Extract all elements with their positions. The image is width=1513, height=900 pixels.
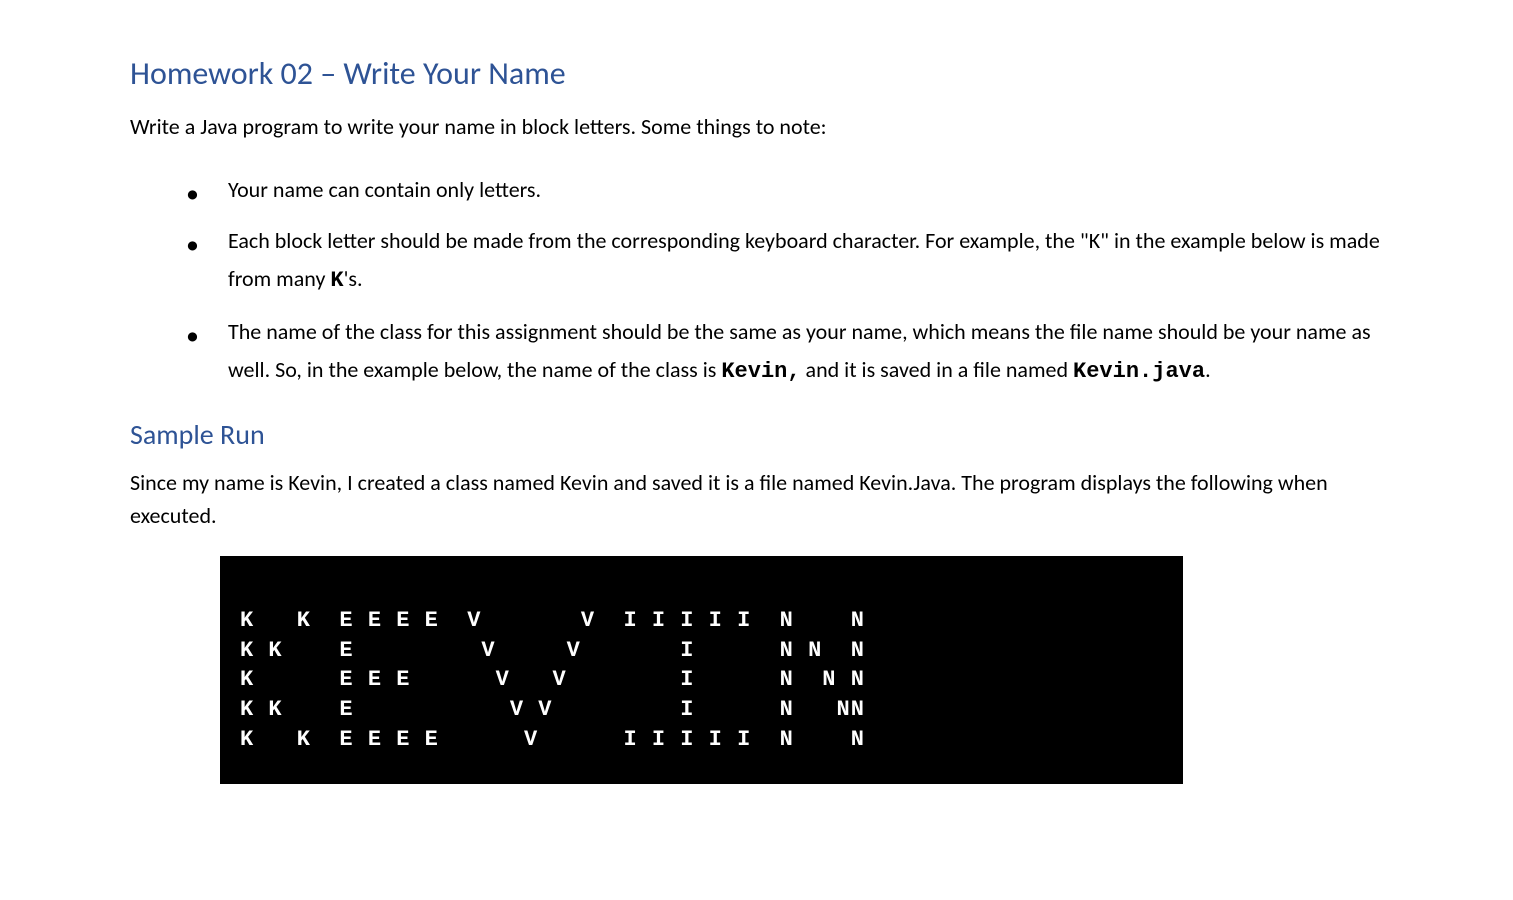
output-line: K K E V V I N NN <box>240 697 865 722</box>
list-item-text: Your name can contain only letters. <box>228 176 541 203</box>
intro-paragraph: Write a Java program to write your name … <box>130 110 1383 143</box>
requirements-list: Your name can contain only letters. Each… <box>130 171 1383 390</box>
output-line: K K E E E E V V I I I I I N N <box>240 608 865 633</box>
list-item-text-middle: and it is saved in a file named <box>801 356 1073 383</box>
output-line: K K E E E E V I I I I I N N <box>240 727 865 752</box>
list-item-text-prefix: Each block letter should be made from th… <box>228 227 1380 291</box>
list-item: Each block letter should be made from th… <box>200 222 1383 299</box>
inline-code: Kevin.java <box>1073 359 1205 384</box>
list-item-text-suffix: . <box>1205 356 1211 383</box>
inline-code: Kevin, <box>721 359 800 384</box>
sample-run-heading: Sample Run <box>130 414 1383 456</box>
list-item-text-suffix: 's. <box>344 265 363 292</box>
output-line: K E E E V V I N N N <box>240 667 865 692</box>
page-title: Homework 02 – Write Your Name <box>130 50 1383 98</box>
output-line: K K E V V I N N N <box>240 638 865 663</box>
sample-description: Since my name is Kevin, I created a clas… <box>130 466 1383 532</box>
list-item: The name of the class for this assignmen… <box>200 313 1383 390</box>
list-item: Your name can contain only letters. <box>200 171 1383 208</box>
sample-output: K K E E E E V V I I I I I N N K K E V V … <box>220 556 1183 784</box>
inline-code: K <box>330 268 343 293</box>
